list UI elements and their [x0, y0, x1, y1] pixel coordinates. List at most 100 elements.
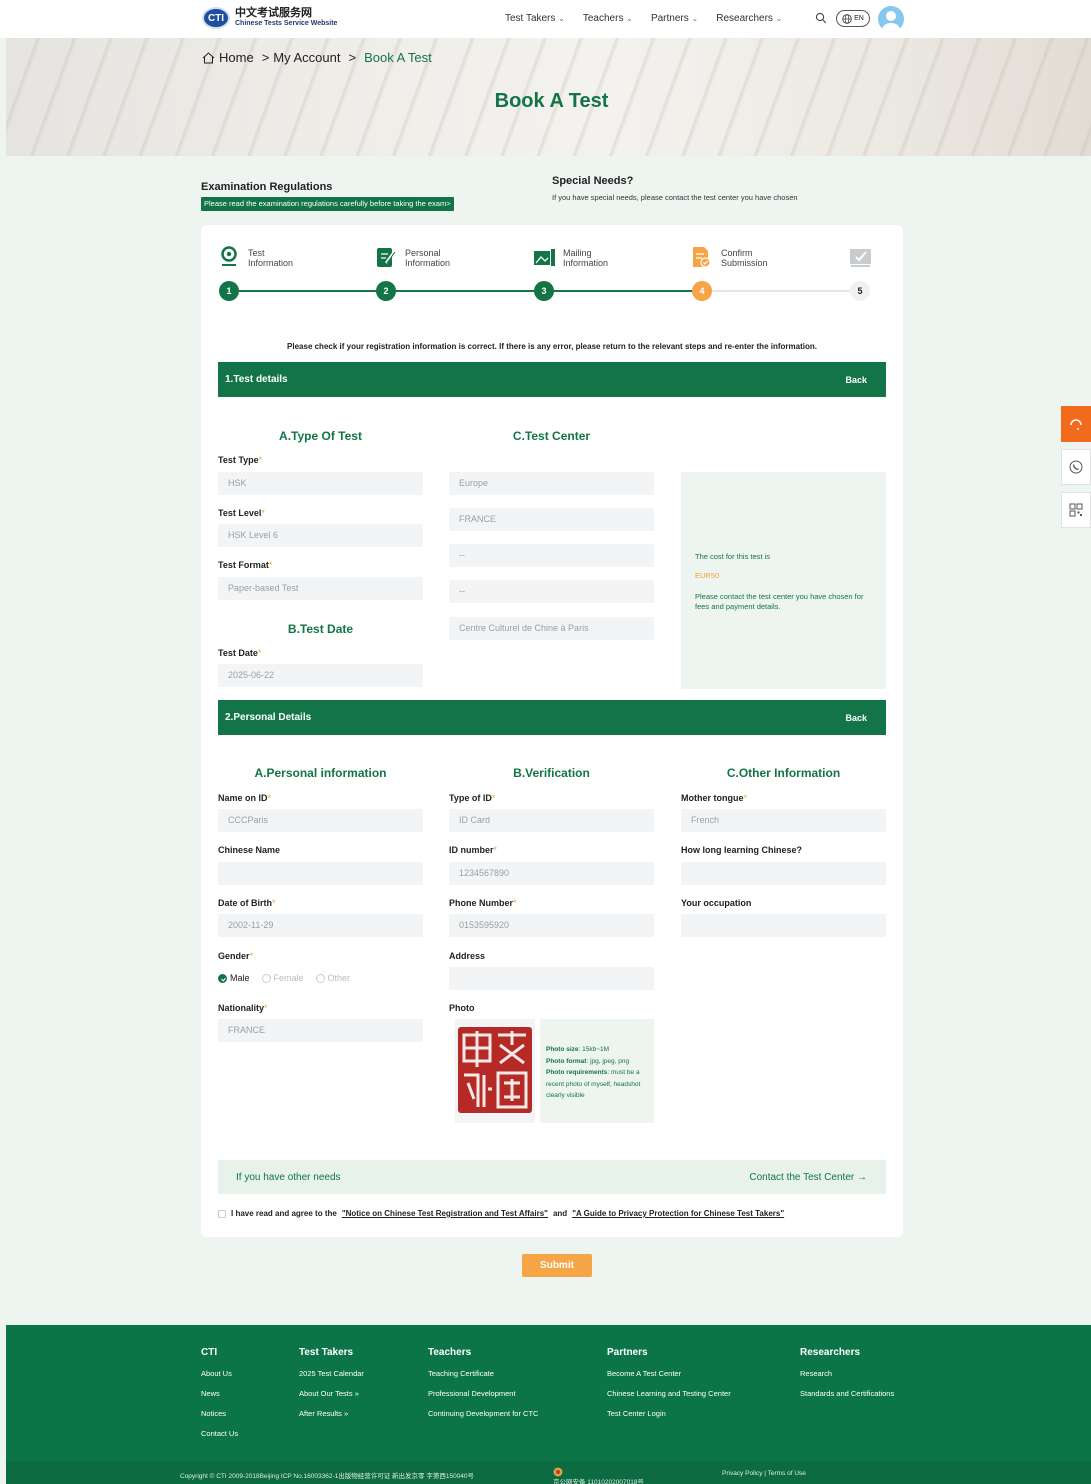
chinese-name-field[interactable] [218, 862, 423, 885]
breadcrumb: Home > My Account > Book A Test [202, 50, 432, 65]
learning-duration-field[interactable] [681, 862, 886, 885]
chevron-down-icon: ⌄ [626, 14, 633, 23]
home-icon [202, 51, 215, 63]
test-type-field[interactable]: HSK [218, 472, 423, 495]
id-photo[interactable] [455, 1019, 535, 1123]
regulations-title: Examination Regulations [201, 181, 333, 193]
name-on-id-label: Name on ID* [218, 793, 272, 803]
breadcrumb-home[interactable]: Home [219, 50, 254, 65]
language-switch[interactable]: EN [836, 10, 870, 27]
footer-link[interactable]: 2025 Test Calendar [299, 1369, 364, 1378]
footer-link[interactable]: News [201, 1389, 238, 1398]
personal-details-back-button[interactable]: Back [845, 713, 867, 723]
id-type-field[interactable]: ID Card [449, 809, 654, 832]
search-icon[interactable] [815, 12, 827, 24]
footer-link[interactable]: Become A Test Center [607, 1369, 731, 1378]
footer-link[interactable]: After Results » [299, 1409, 364, 1418]
globe-icon [842, 13, 852, 24]
agreement-text: I have read and agree to the [231, 1209, 337, 1218]
avatar[interactable] [878, 6, 904, 32]
footer-link[interactable]: Continuing Development for CTC [428, 1409, 538, 1418]
support-chat-button[interactable] [1061, 406, 1091, 442]
agreement-and: and [552, 1209, 568, 1218]
gender-male-radio[interactable]: Male [218, 973, 250, 983]
document-check-icon [693, 247, 711, 268]
footer-link[interactable]: Notices [201, 1409, 238, 1418]
test-center-heading: C.Test Center [512, 429, 591, 443]
test-center-field[interactable]: Centre Culturel de Chine à Paris [449, 617, 654, 640]
nav-label: Test Takers [505, 13, 556, 24]
footer-link[interactable]: Test Center Login [607, 1409, 731, 1418]
name-on-id-field[interactable]: CCCParis [218, 809, 423, 832]
contact-test-center-link[interactable]: Contact the Test Center → [749, 1172, 867, 1183]
police-record[interactable]: 京公网安备 11010202007018号 [553, 1467, 644, 1484]
form-edit-icon [377, 248, 396, 267]
gender-other-radio[interactable]: Other [315, 973, 350, 983]
logo-en-text: Chinese Tests Service Website [235, 20, 338, 27]
test-format-field[interactable]: Paper-based Test [218, 577, 423, 600]
policy-links[interactable]: Privacy Policy | Terms of Use [722, 1470, 806, 1477]
date-of-birth-label: Date of Birth* [218, 898, 276, 908]
test-date-heading: B.Test Date [287, 622, 354, 636]
footer-heading: Partners [607, 1347, 648, 1358]
gender-female-radio[interactable]: Female [261, 973, 304, 983]
footer-link[interactable]: Standards and Certifications [800, 1389, 894, 1398]
province-field[interactable]: -- [449, 544, 654, 567]
footer-link[interactable]: About Us [201, 1369, 238, 1378]
footer-link[interactable]: Research [800, 1369, 894, 1378]
personal-details-bar: 2.Personal Details Back [218, 700, 886, 735]
footer-link[interactable]: Professional Development [428, 1389, 538, 1398]
test-details-back-button[interactable]: Back [845, 375, 867, 385]
nav-researchers[interactable]: Researchers ⌄ [716, 13, 782, 24]
footer-col-partners: Partners Become A Test Center Chinese Le… [607, 1347, 731, 1429]
site-footer: CTI About Us News Notices Contact Us Tes… [6, 1325, 1091, 1461]
breadcrumb-current: Book A Test [364, 50, 432, 65]
other-info-heading: C.Other Information [726, 766, 841, 780]
address-field[interactable] [449, 967, 654, 990]
test-level-field[interactable]: HSK Level 6 [218, 524, 423, 547]
date-of-birth-field[interactable]: 2002-11-29 [218, 914, 423, 937]
id-number-field[interactable]: 1234567890 [449, 862, 654, 885]
qr-code-button[interactable] [1061, 492, 1091, 528]
step-3-label: Mailing Information [563, 248, 609, 268]
agreement-checkbox[interactable] [218, 1209, 226, 1218]
chevron-down-icon: ⌄ [558, 14, 565, 23]
privacy-guide-link[interactable]: "A Guide to Privacy Protection for Chine… [572, 1209, 784, 1218]
footer-bottom: Copyright © CTI 2009-2018Beijing ICP No.… [6, 1461, 1091, 1484]
region-field[interactable]: Europe [449, 472, 654, 495]
mother-tongue-field[interactable]: French [681, 809, 886, 832]
test-date-field[interactable]: 2025-06-22 [218, 664, 423, 687]
site-logo[interactable]: CTI 中文考试服务网 Chinese Tests Service Websit… [202, 7, 337, 29]
footer-link[interactable]: Teaching Certificate [428, 1369, 538, 1378]
personal-info-heading: A.Personal information [254, 766, 387, 780]
nationality-field[interactable]: FRANCE [218, 1019, 423, 1042]
test-details-title: 1.Test details [225, 374, 288, 385]
footer-heading: Teachers [428, 1347, 472, 1358]
phone-contact-button[interactable] [1061, 449, 1091, 485]
regulations-button[interactable]: Please read the examination regulations … [201, 197, 454, 211]
footer-link[interactable]: About Our Tests » [299, 1389, 364, 1398]
footer-col-teachers: Teachers Teaching Certificate Profession… [428, 1347, 538, 1429]
nav-teachers[interactable]: Teachers ⌄ [583, 13, 633, 24]
nav-partners[interactable]: Partners ⌄ [651, 13, 698, 24]
footer-link[interactable]: Chinese Learning and Testing Center [607, 1389, 731, 1398]
phone-field[interactable]: 0153595920 [449, 914, 654, 937]
mail-image-icon [534, 249, 555, 266]
occupation-field[interactable] [681, 914, 886, 937]
city-field[interactable]: -- [449, 580, 654, 603]
seal-image [458, 1027, 532, 1113]
footer-link[interactable]: Contact Us [201, 1429, 238, 1438]
notice-link[interactable]: "Notice on Chinese Test Registration and… [342, 1209, 548, 1218]
submit-button[interactable]: Submit [522, 1254, 592, 1277]
country-field[interactable]: FRANCE [449, 508, 654, 531]
nav-label: Researchers [716, 13, 773, 24]
step-5-number: 5 [850, 281, 870, 301]
agreement-row: I have read and agree to the "Notice on … [218, 1209, 784, 1218]
language-label: EN [854, 15, 864, 22]
test-details-bar: 1.Test details Back [218, 362, 886, 397]
chevron-down-icon: ⌄ [775, 14, 783, 23]
nav-test-takers[interactable]: Test Takers ⌄ [505, 13, 565, 24]
mother-tongue-label: Mother tongue* [681, 793, 748, 803]
breadcrumb-account[interactable]: My Account [273, 50, 340, 65]
step-3-number: 3 [534, 281, 554, 301]
